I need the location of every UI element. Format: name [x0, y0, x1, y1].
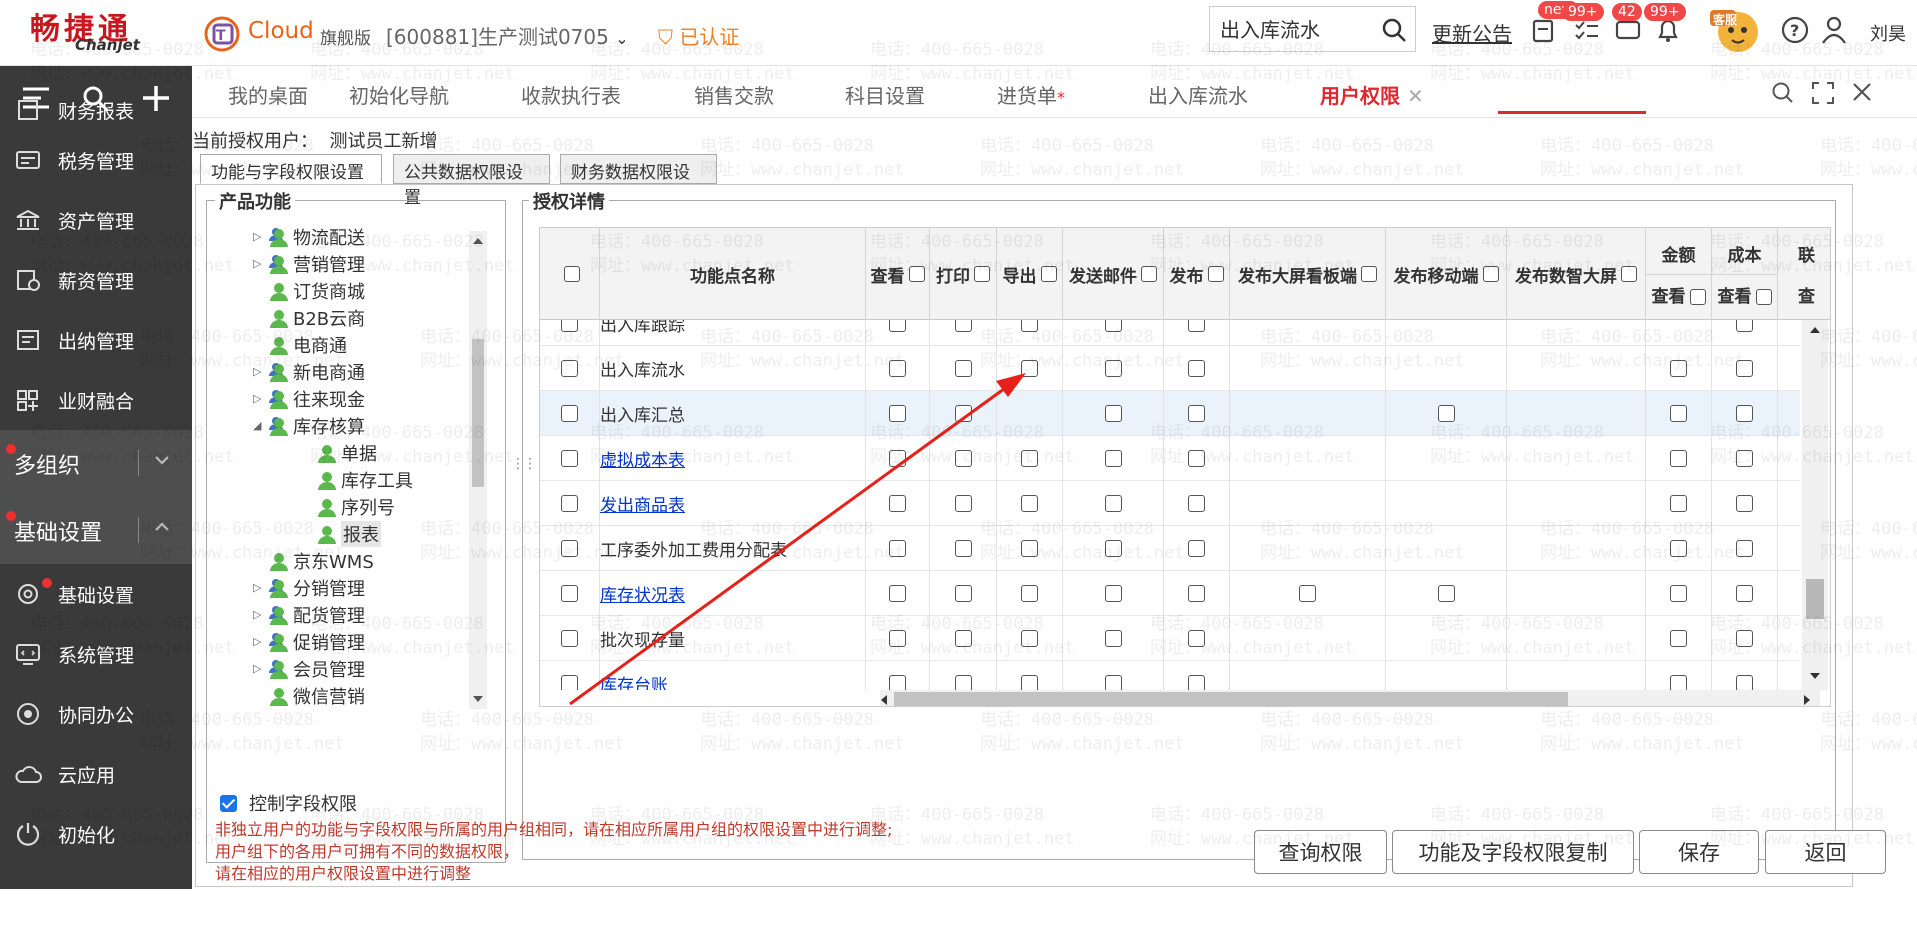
annotation-arrow: [569, 373, 1026, 706]
